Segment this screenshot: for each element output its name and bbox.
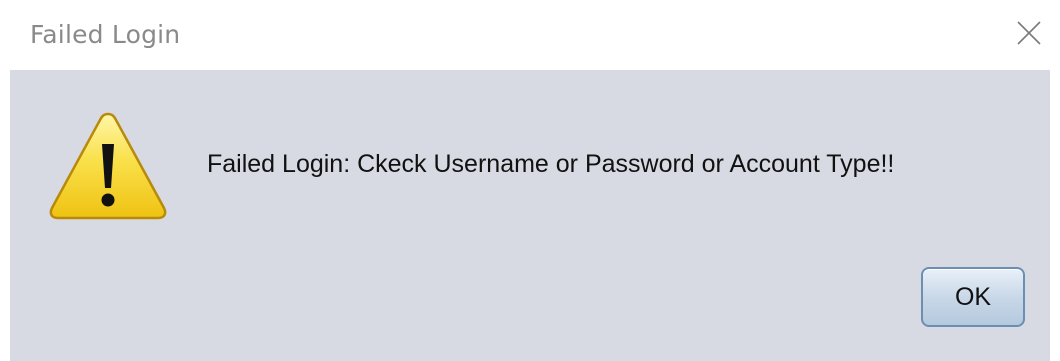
error-message: Failed Login: Ckeck Username or Password… xyxy=(207,150,895,178)
close-button[interactable] xyxy=(1012,16,1046,50)
dialog-content: Failed Login: Ckeck Username or Password… xyxy=(10,70,1050,361)
title-bar[interactable]: Failed Login xyxy=(0,0,1060,70)
warning-icon xyxy=(48,110,168,222)
window-title: Failed Login xyxy=(30,20,181,49)
ok-button-label: OK xyxy=(954,282,992,311)
close-icon xyxy=(1017,21,1041,45)
failed-login-dialog: Failed Login Failed Login: Ckeck Usernam… xyxy=(0,0,1060,361)
ok-button[interactable]: OK xyxy=(921,267,1025,327)
